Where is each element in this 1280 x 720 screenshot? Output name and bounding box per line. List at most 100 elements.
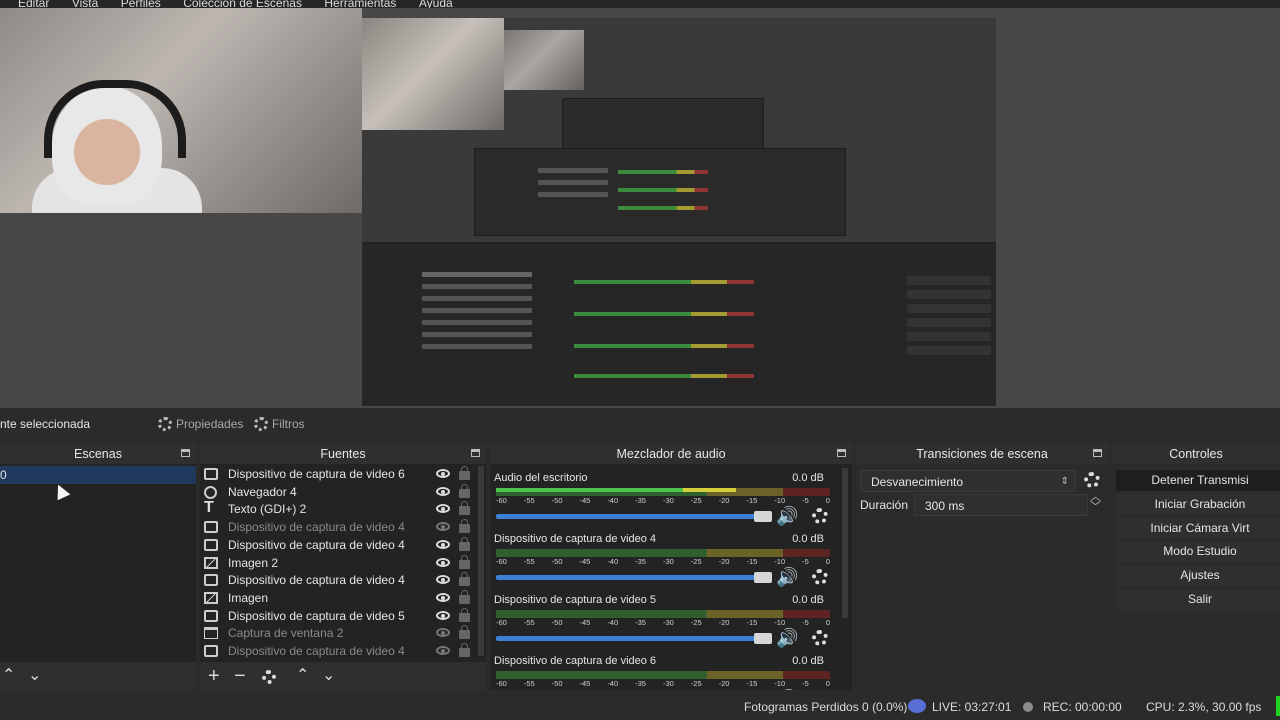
add-icon[interactable]: + [208,666,220,686]
lock-icon[interactable] [459,572,470,587]
source-item[interactable]: Imagen [200,589,474,608]
move-up-icon[interactable]: ⌃ [2,666,15,686]
lock-icon[interactable] [459,554,470,569]
lock-icon[interactable] [459,643,470,657]
properties-label: Propiedades [176,417,244,431]
control-button[interactable]: Modo Estudio [1116,541,1280,563]
meter-tick: -15 [746,496,758,505]
float-icon[interactable] [181,449,190,457]
properties-button[interactable]: Propiedades [158,414,243,434]
gear-icon [158,417,172,431]
status-bar: Fotogramas Perdidos 0 (0.0%) LIVE: 03:27… [0,694,1280,720]
menu-help[interactable]: Ayuda [419,0,453,8]
filters-button[interactable]: Filtros [254,414,305,434]
eye-icon[interactable] [436,522,450,532]
meter-tick: -60 [496,496,507,505]
meter-tick: -45 [579,496,591,505]
slider-handle[interactable] [754,572,772,583]
transitions-title: Transiciones de escena [916,447,1048,461]
control-button[interactable]: Ajustes [1116,565,1280,587]
source-item[interactable]: T Texto (GDI+) 2 [200,500,474,519]
slider-handle[interactable] [754,511,772,522]
speaker-icon[interactable]: 🔊 [776,567,798,588]
source-label: Navegador 4 [228,484,297,499]
camera-icon [204,645,218,657]
float-icon[interactable] [471,449,480,457]
spin-icon[interactable]: ︿ ﹀ [1090,492,1101,513]
remove-icon[interactable]: − [234,666,246,686]
lock-icon[interactable] [459,466,470,480]
lock-icon[interactable] [459,607,470,622]
slider-handle[interactable] [754,633,772,644]
source-item[interactable]: Navegador 4 [200,483,474,502]
source-item[interactable]: Dispositivo de captura de video 6 [200,466,474,484]
eye-icon[interactable] [436,504,450,514]
meter-tick: -40 [607,496,619,505]
duration-input[interactable]: 300 ms [914,494,1088,516]
meter-tick: -25 [690,557,702,566]
float-icon[interactable] [1093,449,1102,457]
eye-icon[interactable] [436,557,450,567]
preview-canvas[interactable] [0,8,1280,408]
scene-item[interactable]: 0 [0,466,196,484]
speaker-icon[interactable]: 🔊 [776,689,798,690]
transition-settings-icon[interactable] [1084,472,1100,488]
eye-icon[interactable] [436,575,450,585]
control-button[interactable]: Iniciar Cámara Virt [1116,517,1280,539]
move-up-icon[interactable]: ⌃ [296,666,309,686]
volume-slider[interactable] [496,572,772,583]
lock-icon[interactable] [459,589,470,604]
source-item[interactable]: Imagen 2 [200,554,474,573]
sources-scrollbar[interactable] [478,466,484,656]
control-button[interactable]: Salir [1116,589,1280,610]
settings-icon[interactable] [262,670,276,684]
lock-icon[interactable] [459,483,470,498]
volume-slider[interactable] [496,633,772,644]
eye-icon[interactable] [436,646,450,655]
gear-icon[interactable] [812,630,828,646]
speaker-icon[interactable]: 🔊 [776,628,798,649]
lock-icon[interactable] [459,536,470,551]
meter-tick: -45 [579,679,591,688]
volume-slider[interactable] [496,511,772,522]
move-down-icon[interactable]: ⌄ [322,666,335,686]
control-button[interactable]: Iniciar Grabación [1116,493,1280,515]
eye-icon[interactable] [436,628,450,638]
eye-icon[interactable] [436,469,450,478]
move-down-icon[interactable]: ⌄ [28,666,41,686]
menu-view[interactable]: Vista [72,0,98,8]
float-icon[interactable] [837,449,846,457]
filter-icon [254,417,268,431]
source-item[interactable]: Dispositivo de captura de video 4 [200,572,474,590]
lock-icon[interactable] [459,519,470,534]
control-button[interactable]: Detener Transmisi [1116,470,1280,491]
lock-icon[interactable] [459,625,470,640]
status-indicator [1276,696,1280,716]
menu-scene-collection[interactable]: Colección de Escenas [183,0,302,8]
source-item[interactable]: Dispositivo de captura de video 4 [200,536,474,555]
source-item[interactable]: Dispositivo de captura de video 4 [200,519,474,537]
menu-tools[interactable]: Herramientas [324,0,396,8]
meter-tick: -5 [802,679,809,688]
eye-icon[interactable] [436,539,450,549]
channel-db: 0.0 dB [792,533,824,545]
gear-icon[interactable] [812,508,828,524]
meter-tick: -20 [718,557,730,566]
eye-icon[interactable] [436,610,450,620]
source-item[interactable]: Dispositivo de captura de video 5 [200,607,474,626]
scene-item-label: 0 [0,468,7,482]
source-item[interactable]: Dispositivo de captura de video 4 [200,643,474,661]
gear-icon[interactable] [812,569,828,585]
speaker-icon[interactable]: 🔊 [776,506,798,527]
mixer-header: Mezclador de audio [490,444,852,464]
menu-profiles[interactable]: Perfiles [121,0,161,8]
eye-icon[interactable] [436,592,450,602]
eye-icon[interactable] [436,486,450,496]
source-item[interactable]: Captura de ventana 2 [200,625,474,643]
mixer-scrollbar[interactable] [842,468,848,618]
menu-edit[interactable]: Editar [18,0,49,8]
meter-tick: -60 [496,618,507,627]
lock-icon[interactable] [459,501,470,516]
transition-select[interactable]: Desvanecimiento ⇕ [860,470,1076,492]
audio-mixer-dock: Mezclador de audio Audio del escritorio 0… [490,444,852,690]
